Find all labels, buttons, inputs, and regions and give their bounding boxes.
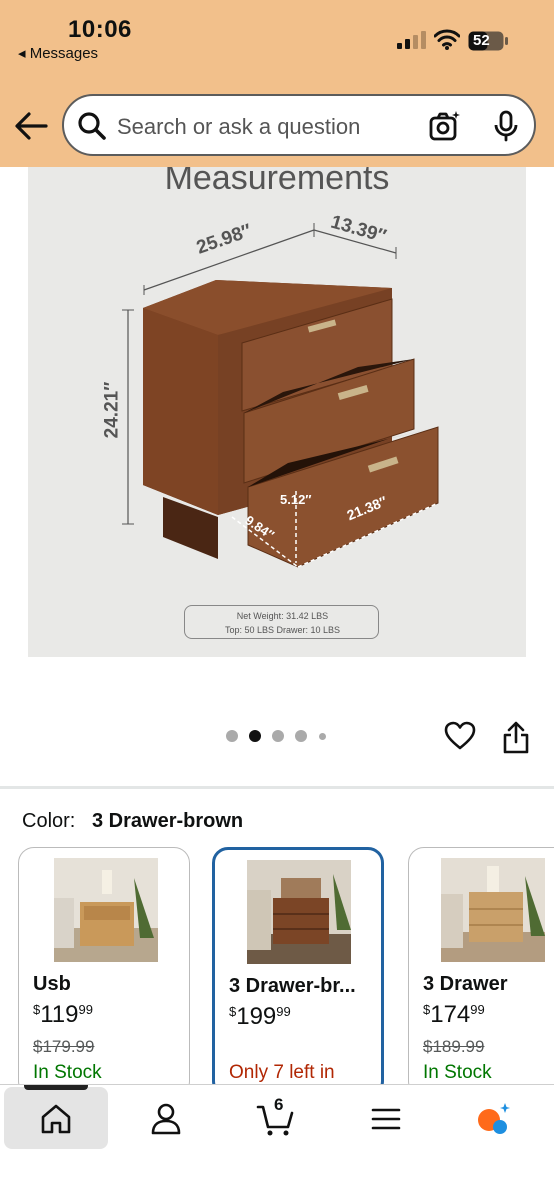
variant-card-3-drawer[interactable]: 3 Drawer $17499 $189.99 In Stock [408, 847, 554, 1085]
search-input[interactable]: Search or ask a question [117, 114, 360, 140]
price-fraction: 99 [470, 1002, 485, 1017]
selected-color: 3 Drawer-brown [92, 810, 244, 832]
carousel-dot[interactable] [226, 730, 238, 742]
variant-image [54, 858, 158, 962]
variant-list-price: $179.99 [33, 1037, 95, 1056]
back-to-messages-link[interactable]: ◂ Messages [18, 44, 98, 62]
rufus-assistant-icon[interactable] [476, 1101, 512, 1137]
product-image[interactable]: Measurements 25.98″ 13.39″ 24.21″ 5.12″ … [28, 167, 526, 657]
variant-stock-status: In Stock [33, 1062, 102, 1083]
variant-name: Usb [33, 973, 71, 995]
height-dimension: 24.21″ [101, 381, 123, 439]
cellular-signal-icon [397, 31, 426, 49]
load-capacity: Top: 50 LBS Drawer: 10 LBS [224, 625, 341, 635]
camera-search-icon[interactable] [429, 110, 461, 142]
color-label: Color: [22, 810, 76, 832]
product-page: 10:06 ◂ Messages 52 Search or ask a ques… [0, 0, 554, 1200]
variant-price: $19999 [229, 1003, 291, 1031]
price-fraction: 99 [276, 1004, 291, 1019]
price-whole: 119 [40, 1001, 79, 1028]
bottom-navigation: 6 [0, 1084, 554, 1200]
carousel-dot[interactable] [295, 730, 307, 742]
variant-image [441, 858, 545, 962]
weight-info-box: Net Weight: 31.42 LBS Top: 50 LBS Drawer… [184, 605, 379, 639]
battery-level: 52 [473, 32, 490, 49]
share-icon[interactable] [502, 720, 530, 754]
color-variant-list: Usb $11999 $179.99 In Stock 3 Drawer-br.… [0, 845, 554, 1085]
cart-count-badge: 6 [274, 1095, 284, 1114]
carousel-dot[interactable] [319, 733, 326, 740]
price-whole: 199 [236, 1003, 277, 1030]
variant-stock-status: In Stock [423, 1062, 492, 1083]
menu-icon[interactable] [368, 1101, 404, 1137]
back-arrow-icon[interactable] [12, 107, 50, 145]
home-icon[interactable] [38, 1101, 74, 1137]
drawer-height-dimension: 5.12″ [280, 492, 312, 507]
top-header: 10:06 ◂ Messages 52 Search or ask a ques… [0, 0, 554, 167]
status-time: 10:06 [68, 16, 132, 43]
variant-card-usb[interactable]: Usb $11999 $179.99 In Stock [18, 847, 190, 1085]
variant-price: $17499 [423, 1001, 485, 1029]
microphone-icon[interactable] [493, 110, 519, 142]
price-whole: 174 [430, 1001, 471, 1028]
section-divider [0, 786, 554, 789]
variant-name: 3 Drawer-br... [229, 975, 356, 997]
wifi-icon [434, 29, 460, 50]
search-icon [78, 112, 106, 140]
net-weight: Net Weight: 31.42 LBS [236, 611, 329, 621]
account-icon[interactable] [148, 1101, 184, 1137]
variant-image [247, 860, 351, 964]
nav-active-indicator [24, 1085, 88, 1090]
variant-card-3-drawer-brown[interactable]: 3 Drawer-br... $19999 Only 7 left in [212, 847, 384, 1085]
carousel-dot[interactable] [272, 730, 284, 742]
carousel-dot-active[interactable] [249, 730, 261, 742]
heart-icon[interactable] [444, 720, 476, 752]
price-fraction: 99 [78, 1002, 93, 1017]
battery-icon: 52 [468, 31, 508, 51]
variant-list-price: $189.99 [423, 1037, 485, 1056]
variant-stock-status: Only 7 left in [229, 1062, 335, 1083]
variant-name: 3 Drawer [423, 973, 508, 995]
variant-price: $11999 [33, 1001, 93, 1029]
search-bar[interactable]: Search or ask a question [62, 94, 536, 156]
